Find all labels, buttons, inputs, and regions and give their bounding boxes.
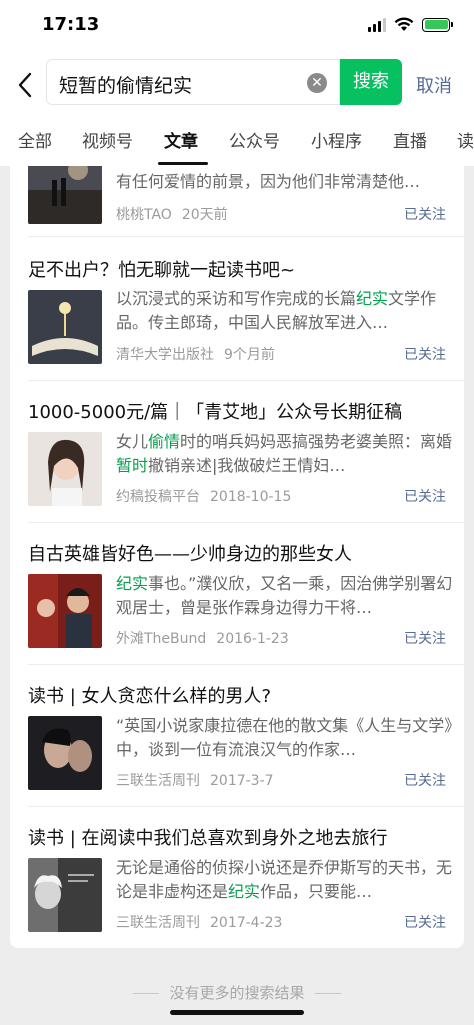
list-item[interactable]: 读书 | 在阅读中我们总喜欢到身外之地去旅行 无论是通俗的侦探小说还是乔伊斯写的… bbox=[10, 806, 464, 948]
highlight-keyword: 纪实 bbox=[116, 574, 149, 593]
cancel-button[interactable]: 取消 bbox=[416, 72, 452, 98]
highlight-keyword: 偷情 bbox=[148, 432, 181, 451]
result-snippet: 女儿偷情时的哨兵妈妈恶搞强势老婆美照：离婚暂时撤销亲述|我做破烂王情妇… bbox=[116, 430, 454, 478]
result-date: 20天前 bbox=[181, 207, 228, 223]
result-source: 外滩TheBund bbox=[116, 631, 207, 647]
result-title: 读书 | 在阅读中我们总喜欢到身外之地去旅行 bbox=[28, 828, 388, 849]
tab-official-accounts[interactable]: 公众号 bbox=[229, 127, 280, 152]
results-list: 有任何爱情的前景，因为他们非常清楚他… 桃桃TAO 20天前 已关注 足不出户？怕… bbox=[10, 166, 464, 948]
followed-label: 已关注 bbox=[404, 773, 446, 789]
snippet-text: 有任何爱情的前景，因为他们非常清楚他… bbox=[116, 172, 421, 191]
snippet-text: 时的哨兵妈妈恶搞强势老婆美照：离婚 bbox=[180, 432, 453, 451]
tab-mini-programs[interactable]: 小程序 bbox=[311, 127, 362, 152]
followed-label: 已关注 bbox=[404, 915, 446, 931]
result-meta: 三联生活周刊 2017-3-7 bbox=[116, 770, 274, 790]
result-source: 桃桃TAO bbox=[116, 207, 172, 223]
result-meta: 约稿投稿平台 2018-10-15 bbox=[116, 486, 291, 506]
list-item[interactable]: 足不出户？怕无聊就一起读书吧~ 以沉浸式的采访和写作完成的长篇纪实文学作品。传主… bbox=[10, 236, 464, 380]
search-row: 短暂的偷情纪实 ✕ 搜索 取消 bbox=[0, 50, 474, 118]
followed-label: 已关注 bbox=[404, 207, 446, 223]
thumbnail-image bbox=[28, 432, 102, 506]
tab-more[interactable]: 读 bbox=[457, 127, 474, 152]
battery-icon bbox=[422, 17, 453, 32]
list-item[interactable]: 自古英雄皆好色——少帅身边的那些女人 纪实事也。”濮仪欣，又名一乘，因治佛学别署… bbox=[10, 522, 464, 664]
result-date: 9个月前 bbox=[224, 347, 275, 363]
result-source: 清华大学出版社 bbox=[116, 347, 214, 363]
result-date: 2018-10-15 bbox=[210, 489, 292, 505]
search-button[interactable]: 搜索 bbox=[340, 59, 402, 105]
thumbnail-image bbox=[28, 716, 102, 790]
thumbnail-image bbox=[28, 574, 102, 648]
result-snippet: “英国小说家康拉德在他的散文集《人生与文学》中，谈到一位有流浪汉气的作家… bbox=[116, 714, 454, 762]
filter-tabs: 全部 视频号 文章 公众号 小程序 直播 读 bbox=[0, 118, 474, 166]
list-item[interactable]: 1000-5000元/篇｜「青艾地」公众号长期征稿 女儿偷情时的哨兵妈妈恶搞强势… bbox=[10, 380, 464, 522]
result-date: 2017-3-7 bbox=[210, 773, 274, 789]
result-snippet: 无论是通俗的侦探小说还是乔伊斯写的天书，无论是非虚构还是纪实作品，只要能… bbox=[116, 856, 454, 904]
snippet-text: 女儿 bbox=[116, 432, 149, 451]
snippet-text: 以沉浸式的采访和写作完成的长篇 bbox=[116, 289, 357, 308]
list-item[interactable]: 读书 | 女人贪恋什么样的男人? “英国小说家康拉德在他的散文集《人生与文学》中… bbox=[10, 664, 464, 806]
no-more-results: 没有更多的搜索结果 bbox=[0, 982, 474, 1003]
thumbnail-image bbox=[28, 166, 102, 224]
highlight-keyword: 暂时 bbox=[116, 456, 149, 475]
result-source: 约稿投稿平台 bbox=[116, 489, 200, 505]
result-source: 三联生活周刊 bbox=[116, 773, 200, 789]
signal-icon bbox=[368, 17, 386, 32]
followed-label: 已关注 bbox=[404, 631, 446, 647]
tab-channels[interactable]: 视频号 bbox=[82, 127, 133, 152]
wifi-icon bbox=[394, 17, 414, 31]
result-snippet: 有任何爱情的前景，因为他们非常清楚他… bbox=[116, 170, 454, 194]
result-meta: 外滩TheBund 2016-1-23 bbox=[116, 628, 289, 648]
result-title: 1000-5000元/篇｜「青艾地」公众号长期征稿 bbox=[28, 402, 403, 423]
result-date: 2016-1-23 bbox=[216, 631, 289, 647]
home-indicator[interactable] bbox=[170, 1010, 304, 1015]
result-snippet: 纪实事也。”濮仪欣，又名一乘，因治佛学别署幻观居士，曾是张作霖身边得力干将… bbox=[116, 572, 454, 620]
result-date: 2017-4-23 bbox=[210, 915, 283, 931]
followed-label: 已关注 bbox=[404, 489, 446, 505]
result-title: 自古英雄皆好色——少帅身边的那些女人 bbox=[28, 544, 352, 565]
result-meta: 三联生活周刊 2017-4-23 bbox=[116, 912, 282, 932]
snippet-text: 作品，只要能… bbox=[260, 882, 373, 901]
highlight-keyword: 纪实 bbox=[356, 289, 389, 308]
result-meta: 桃桃TAO 20天前 bbox=[116, 204, 228, 224]
status-icons bbox=[368, 17, 453, 32]
status-bar: 17:13 bbox=[0, 0, 474, 50]
result-source: 三联生活周刊 bbox=[116, 915, 200, 931]
snippet-text: 事也。”濮仪欣，又名一乘，因治佛学别署幻观居士，曾是张作霖身边得力干将… bbox=[116, 574, 453, 617]
back-arrow-icon[interactable] bbox=[14, 70, 38, 100]
highlight-keyword: 纪实 bbox=[228, 882, 261, 901]
result-snippet: 以沉浸式的采访和写作完成的长篇纪实文学作品。传主郎琦，中国人民解放军进入… bbox=[116, 287, 454, 335]
result-meta: 清华大学出版社 9个月前 bbox=[116, 344, 275, 364]
result-title: 足不出户？怕无聊就一起读书吧~ bbox=[28, 260, 296, 281]
followed-label: 已关注 bbox=[404, 347, 446, 363]
list-item[interactable]: 有任何爱情的前景，因为他们非常清楚他… 桃桃TAO 20天前 已关注 bbox=[10, 166, 464, 236]
result-title: 读书 | 女人贪恋什么样的男人? bbox=[28, 686, 272, 707]
tab-all[interactable]: 全部 bbox=[18, 127, 52, 152]
search-input[interactable]: 短暂的偷情纪实 ✕ bbox=[46, 59, 340, 105]
tab-live[interactable]: 直播 bbox=[393, 127, 427, 152]
status-time: 17:13 bbox=[42, 14, 100, 35]
active-tab-indicator bbox=[158, 162, 208, 165]
clear-icon[interactable]: ✕ bbox=[307, 73, 327, 93]
thumbnail-image bbox=[28, 290, 102, 364]
tab-articles[interactable]: 文章 bbox=[164, 127, 198, 152]
thumbnail-image bbox=[28, 858, 102, 932]
snippet-text: 撤销亲述|我做破烂王情妇… bbox=[148, 456, 346, 475]
snippet-text: “英国小说家康拉德在他的散文集《人生与文学》中，谈到一位有流浪汉气的作家… bbox=[116, 716, 453, 759]
search-query: 短暂的偷情纪实 bbox=[59, 75, 193, 97]
